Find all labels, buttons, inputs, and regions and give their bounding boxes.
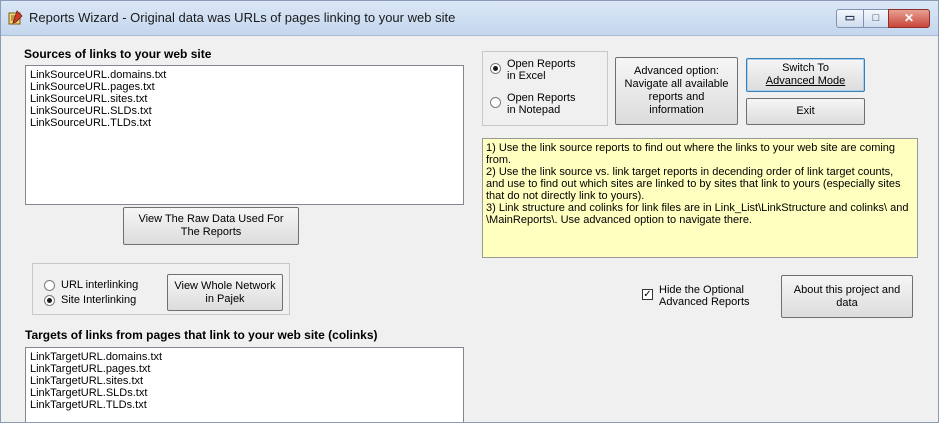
switch-label-1: Switch To xyxy=(782,62,829,74)
list-item[interactable]: LinkTargetURL.pages.txt xyxy=(30,363,459,375)
site-interlinking-radio-circle[interactable] xyxy=(44,295,55,306)
about-project-button[interactable]: About this project and data xyxy=(781,275,913,318)
window-title: Reports Wizard - Original data was URLs … xyxy=(29,10,456,25)
maximize-icon: □ xyxy=(872,12,880,24)
hide-optional-label-1: Hide the Optional xyxy=(659,284,744,296)
advanced-label-3: reports and xyxy=(648,91,705,103)
open-excel-label-2: in Excel xyxy=(507,70,546,82)
close-button[interactable]: ✕ xyxy=(888,9,930,28)
site-interlinking-radio[interactable]: Site Interlinking xyxy=(44,294,136,306)
close-icon: ✕ xyxy=(903,11,915,25)
list-item[interactable]: LinkSourceURL.TLDs.txt xyxy=(30,117,459,129)
advanced-label-4: information xyxy=(649,104,704,116)
hide-optional-reports-label: Hide the Optional Advanced Reports xyxy=(659,284,750,308)
targets-listbox[interactable]: LinkTargetURL.domains.txt LinkTargetURL.… xyxy=(25,347,464,422)
list-item[interactable]: LinkSourceURL.pages.txt xyxy=(30,81,459,93)
list-item[interactable]: LinkSourceURL.domains.txt xyxy=(30,69,459,81)
advanced-label-1: Advanced option: xyxy=(633,65,719,77)
list-item[interactable]: LinkTargetURL.SLDs.txt xyxy=(30,387,459,399)
open-in-excel-radio[interactable]: Open Reports in Excel xyxy=(490,58,575,82)
exit-button[interactable]: Exit xyxy=(746,98,865,125)
minimize-button[interactable]: ▭ xyxy=(836,9,864,28)
advanced-label-2: Navigate all available xyxy=(624,78,729,90)
hide-optional-reports-checkbox[interactable]: ✓ xyxy=(642,289,653,300)
window-controls: ▭ □ ✕ xyxy=(836,9,930,28)
url-interlinking-radio-circle[interactable] xyxy=(44,280,55,291)
about-label-1: About this project and xyxy=(793,283,901,296)
sources-heading: Sources of links to your web site xyxy=(24,47,212,61)
view-raw-data-label-2: The Reports xyxy=(180,226,242,238)
open-in-notepad-radio[interactable]: Open Reports in Notepad xyxy=(490,92,575,116)
list-item[interactable]: LinkSourceURL.SLDs.txt xyxy=(30,105,459,117)
targets-heading: Targets of links from pages that link to… xyxy=(25,328,378,342)
view-whole-network-button[interactable]: View Whole Network in Pajek xyxy=(167,274,283,311)
maximize-button[interactable]: □ xyxy=(863,9,889,28)
checkmark-icon: ✓ xyxy=(643,289,652,300)
list-item[interactable]: LinkSourceURL.sites.txt xyxy=(30,93,459,105)
open-notepad-label-2: in Notepad xyxy=(507,104,561,116)
open-notepad-label-1: Open Reports xyxy=(507,92,576,104)
exit-label: Exit xyxy=(796,105,815,117)
view-network-label-1: View Whole Network xyxy=(174,279,276,292)
open-in-notepad-radio-circle[interactable] xyxy=(490,97,501,108)
wizard-app-icon xyxy=(8,10,23,25)
hide-optional-label-2: Advanced Reports xyxy=(659,296,750,308)
instruction-1: 1) Use the link source reports to find o… xyxy=(486,142,896,166)
url-interlinking-label: URL interlinking xyxy=(61,279,139,291)
site-interlinking-label: Site Interlinking xyxy=(61,294,137,306)
list-item[interactable]: LinkTargetURL.sites.txt xyxy=(30,375,459,387)
reports-wizard-window: Reports Wizard - Original data was URLs … xyxy=(0,0,939,423)
view-raw-data-button[interactable]: View The Raw Data Used For The Reports xyxy=(123,207,299,245)
instruction-2: 2) Use the link source vs. link target r… xyxy=(486,166,901,202)
view-raw-data-label-1: View The Raw Data Used For xyxy=(138,213,284,225)
advanced-option-button[interactable]: Advanced option: Navigate all available … xyxy=(615,57,738,125)
url-interlinking-radio[interactable]: URL interlinking xyxy=(44,279,138,291)
instructions-panel: 1) Use the link source reports to find o… xyxy=(482,138,918,258)
title-bar[interactable]: Reports Wizard - Original data was URLs … xyxy=(1,1,938,36)
instruction-3: 3) Link structure and colinks for link f… xyxy=(486,202,909,226)
switch-to-advanced-mode-button[interactable]: Switch To Advanced Mode xyxy=(746,58,865,92)
list-item[interactable]: LinkTargetURL.TLDs.txt xyxy=(30,399,459,411)
about-label-2: data xyxy=(836,296,858,309)
open-excel-label-1: Open Reports xyxy=(507,58,576,70)
minimize-icon: ▭ xyxy=(844,12,856,24)
list-item[interactable]: LinkTargetURL.domains.txt xyxy=(30,351,459,363)
open-in-excel-radio-circle[interactable] xyxy=(490,63,501,74)
view-network-label-2: in Pajek xyxy=(205,292,245,305)
switch-label-2: Advanced Mode xyxy=(765,75,846,87)
sources-listbox[interactable]: LinkSourceURL.domains.txt LinkSourceURL.… xyxy=(25,65,464,205)
